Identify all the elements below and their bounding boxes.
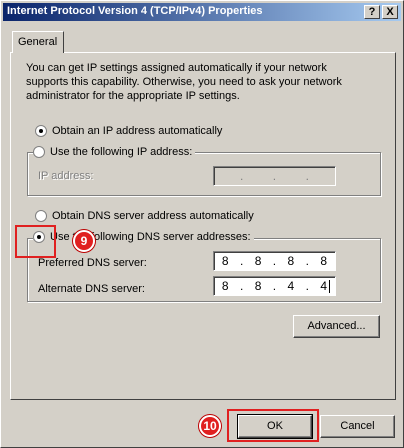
step-9-badge: 9 <box>73 230 95 252</box>
radio-selected-icon <box>35 125 47 137</box>
window-title: Internet Protocol Version 4 (TCP/IPv4) P… <box>7 5 263 17</box>
use-following-ip-radio[interactable]: Use the following IP address: <box>33 146 196 158</box>
description-text: You can get IP settings assigned automat… <box>26 62 342 102</box>
advanced-button[interactable]: Advanced... <box>293 315 380 338</box>
step-10-highlight <box>227 409 319 442</box>
preferred-dns-label: Preferred DNS server: <box>38 257 147 269</box>
tab-general[interactable]: General <box>12 31 64 53</box>
obtain-ip-auto-radio[interactable]: Obtain an IP address automatically <box>35 125 222 137</box>
preferred-dns-input[interactable]: 8. 8. 8. 8 <box>213 251 336 271</box>
ip-address-label: IP address: <box>38 170 94 182</box>
tab-general-label: General <box>18 36 58 48</box>
close-button[interactable]: X <box>382 5 398 19</box>
step-9-highlight <box>15 225 56 258</box>
text-caret <box>329 280 330 293</box>
alternate-dns-input[interactable]: 8. 8. 4. 4 <box>213 276 336 296</box>
use-following-dns-radio[interactable]: Use the following DNS server addresses: <box>33 231 254 243</box>
ip-address-input[interactable]: . . . <box>213 166 336 186</box>
obtain-dns-auto-label: Obtain DNS server address automatically <box>52 210 254 222</box>
properties-dialog: Internet Protocol Version 4 (TCP/IPv4) P… <box>0 0 404 448</box>
obtain-dns-auto-radio[interactable]: Obtain DNS server address automatically <box>35 210 254 222</box>
alternate-dns-label: Alternate DNS server: <box>38 283 145 295</box>
cancel-button[interactable]: Cancel <box>320 415 395 438</box>
use-following-ip-label: Use the following IP address: <box>50 146 193 158</box>
help-button[interactable]: ? <box>364 5 380 19</box>
title-bar[interactable]: Internet Protocol Version 4 (TCP/IPv4) P… <box>3 3 401 21</box>
general-tab-panel <box>10 52 396 400</box>
step-10-badge: 10 <box>199 415 221 437</box>
radio-unselected-icon <box>33 146 45 158</box>
radio-unselected-icon <box>35 210 47 222</box>
obtain-ip-auto-label: Obtain an IP address automatically <box>52 125 223 137</box>
